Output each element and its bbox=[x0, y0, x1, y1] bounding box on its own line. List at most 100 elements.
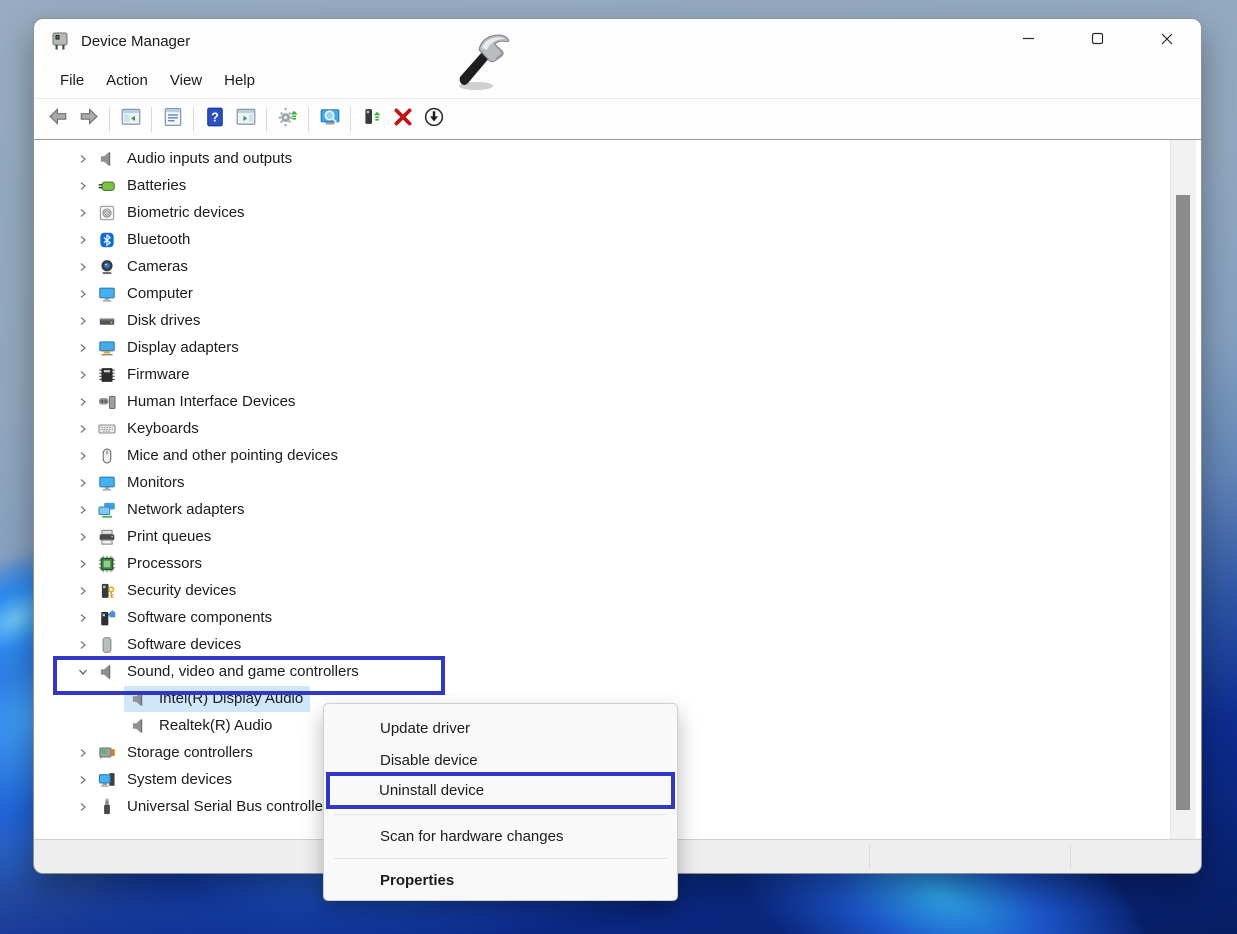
tree-item-print-queues[interactable]: Print queues bbox=[34, 523, 1201, 550]
tree-item-area[interactable]: Keyboards bbox=[92, 416, 206, 442]
tree-item-area[interactable]: Display adapters bbox=[92, 335, 246, 361]
tree-item-area[interactable]: Realtek(R) Audio bbox=[124, 713, 279, 739]
tree-item-cameras[interactable]: Cameras bbox=[34, 253, 1201, 280]
tree-item-area[interactable]: Bluetooth bbox=[92, 227, 197, 253]
context-menu-item-properties[interactable]: Properties bbox=[324, 864, 677, 896]
chevron-right-icon[interactable] bbox=[74, 258, 92, 276]
tree-item-processors[interactable]: Processors bbox=[34, 550, 1201, 577]
tree-item-biometric-devices[interactable]: Biometric devices bbox=[34, 199, 1201, 226]
tree-item-area[interactable]: Disk drives bbox=[92, 308, 207, 334]
forward-button[interactable] bbox=[73, 106, 104, 133]
tree-item-area[interactable]: Storage controllers bbox=[92, 740, 260, 766]
tree-item-area[interactable]: Mice and other pointing devices bbox=[92, 443, 345, 469]
tree-item-label: Bluetooth bbox=[127, 231, 191, 248]
title-bar[interactable]: Device Manager bbox=[34, 19, 1201, 63]
chevron-right-icon[interactable] bbox=[74, 204, 92, 222]
tree-item-audio-inputs-and-outputs[interactable]: Audio inputs and outputs bbox=[34, 145, 1201, 172]
tree-item-display-adapters[interactable]: Display adapters bbox=[34, 334, 1201, 361]
disable-device-button[interactable] bbox=[418, 106, 449, 133]
chevron-right-icon[interactable] bbox=[74, 312, 92, 330]
chevron-right-icon[interactable] bbox=[74, 177, 92, 195]
close-button[interactable] bbox=[1132, 19, 1201, 63]
menu-view[interactable]: View bbox=[159, 68, 213, 93]
chevron-right-icon[interactable] bbox=[74, 501, 92, 519]
printer-icon bbox=[97, 527, 117, 547]
maximize-button[interactable] bbox=[1063, 19, 1132, 63]
show-console-tree-button[interactable] bbox=[115, 106, 146, 133]
vertical-scrollbar[interactable] bbox=[1170, 140, 1196, 840]
tree-item-monitors[interactable]: Monitors bbox=[34, 469, 1201, 496]
device-context-menu: Update driver Disable device Uninstall dev… bbox=[323, 703, 678, 901]
tree-item-area[interactable]: System devices bbox=[92, 767, 239, 793]
chevron-right-icon[interactable] bbox=[74, 285, 92, 303]
tree-item-area[interactable]: Network adapters bbox=[92, 497, 252, 523]
chevron-right-icon[interactable] bbox=[74, 447, 92, 465]
tree-item-area[interactable]: Security devices bbox=[92, 578, 243, 604]
tree-item-area[interactable]: Print queues bbox=[92, 524, 218, 550]
tree-item-area[interactable]: Software devices bbox=[92, 632, 248, 658]
tree-item-area[interactable]: Universal Serial Bus controllers bbox=[92, 794, 342, 820]
menu-action[interactable]: Action bbox=[95, 68, 159, 93]
chevron-right-icon[interactable] bbox=[74, 744, 92, 762]
update-driver-software-button[interactable] bbox=[272, 106, 303, 133]
chevron-right-icon[interactable] bbox=[74, 528, 92, 546]
tree-item-area[interactable]: Sound, video and game controllers bbox=[92, 659, 366, 685]
context-menu-item-scan-for-hardware-changes[interactable]: Scan for hardware changes bbox=[324, 820, 677, 852]
tree-item-area[interactable]: Batteries bbox=[92, 173, 193, 199]
tree-item-area[interactable]: Monitors bbox=[92, 470, 192, 496]
tree-item-area[interactable]: Firmware bbox=[92, 362, 197, 388]
uninstall-device-button[interactable] bbox=[387, 106, 418, 133]
tree-item-human-interface-devices[interactable]: Human Interface Devices bbox=[34, 388, 1201, 415]
chevron-down-icon[interactable] bbox=[74, 663, 92, 681]
tree-item-area[interactable]: Software components bbox=[92, 605, 279, 631]
tree-item-computer[interactable]: Computer bbox=[34, 280, 1201, 307]
update-driver-button[interactable] bbox=[356, 106, 387, 133]
scan-hardware-changes-button[interactable] bbox=[314, 106, 345, 133]
tree-item-sound-video-and-game-controllers[interactable]: Sound, video and game controllers bbox=[34, 658, 1201, 685]
menu-help[interactable]: Help bbox=[213, 68, 266, 93]
chevron-right-icon[interactable] bbox=[74, 150, 92, 168]
tree-item-firmware[interactable]: Firmware bbox=[34, 361, 1201, 388]
tree-item-security-devices[interactable]: Security devices bbox=[34, 577, 1201, 604]
help-button[interactable]: ? bbox=[199, 106, 230, 133]
context-menu-item-uninstall-device[interactable]: Uninstall device bbox=[324, 776, 677, 808]
tree-item-area[interactable]: Cameras bbox=[92, 254, 195, 280]
tree-item-software-components[interactable]: Software components bbox=[34, 604, 1201, 631]
chevron-right-icon[interactable] bbox=[74, 339, 92, 357]
properties-button[interactable] bbox=[157, 106, 188, 133]
minimize-button[interactable] bbox=[994, 19, 1063, 63]
tree-item-software-devices[interactable]: Software devices bbox=[34, 631, 1201, 658]
tree-item-disk-drives[interactable]: Disk drives bbox=[34, 307, 1201, 334]
tree-item-area[interactable]: Processors bbox=[92, 551, 209, 577]
tree-item-area[interactable]: Audio inputs and outputs bbox=[92, 146, 299, 172]
chevron-right-icon[interactable] bbox=[74, 231, 92, 249]
tree-item-keyboards[interactable]: Keyboards bbox=[34, 415, 1201, 442]
menu-file[interactable]: File bbox=[49, 68, 95, 93]
tree-item-mice-and-other-pointing-devices[interactable]: Mice and other pointing devices bbox=[34, 442, 1201, 469]
action-pane-button[interactable] bbox=[230, 106, 261, 133]
tree-item-area[interactable]: Biometric devices bbox=[92, 200, 252, 226]
tree-item-area[interactable]: Human Interface Devices bbox=[92, 389, 302, 415]
tree-item-selected-area[interactable]: Intel(R) Display Audio bbox=[124, 685, 311, 712]
chevron-right-icon[interactable] bbox=[74, 582, 92, 600]
scrollbar-thumb[interactable] bbox=[1176, 195, 1190, 810]
tree-item-area[interactable]: Computer bbox=[92, 281, 200, 307]
chevron-right-icon[interactable] bbox=[74, 393, 92, 411]
context-menu-item-update-driver[interactable]: Update driver bbox=[324, 712, 677, 744]
tree-item-label: Software components bbox=[127, 609, 273, 626]
tree-item-label: Mice and other pointing devices bbox=[127, 447, 338, 464]
tree-item-bluetooth[interactable]: Bluetooth bbox=[34, 226, 1201, 253]
speaker-icon bbox=[97, 662, 117, 682]
chevron-right-icon[interactable] bbox=[74, 636, 92, 654]
chevron-right-icon[interactable] bbox=[74, 420, 92, 438]
tree-item-batteries[interactable]: Batteries bbox=[34, 172, 1201, 199]
chevron-right-icon[interactable] bbox=[74, 771, 92, 789]
chevron-right-icon[interactable] bbox=[74, 366, 92, 384]
chevron-right-icon[interactable] bbox=[74, 798, 92, 816]
chevron-right-icon[interactable] bbox=[74, 474, 92, 492]
chevron-right-icon[interactable] bbox=[74, 555, 92, 573]
chevron-right-icon[interactable] bbox=[74, 609, 92, 627]
back-button[interactable] bbox=[42, 106, 73, 133]
context-menu-item-disable-device[interactable]: Disable device bbox=[324, 744, 677, 776]
tree-item-network-adapters[interactable]: Network adapters bbox=[34, 496, 1201, 523]
